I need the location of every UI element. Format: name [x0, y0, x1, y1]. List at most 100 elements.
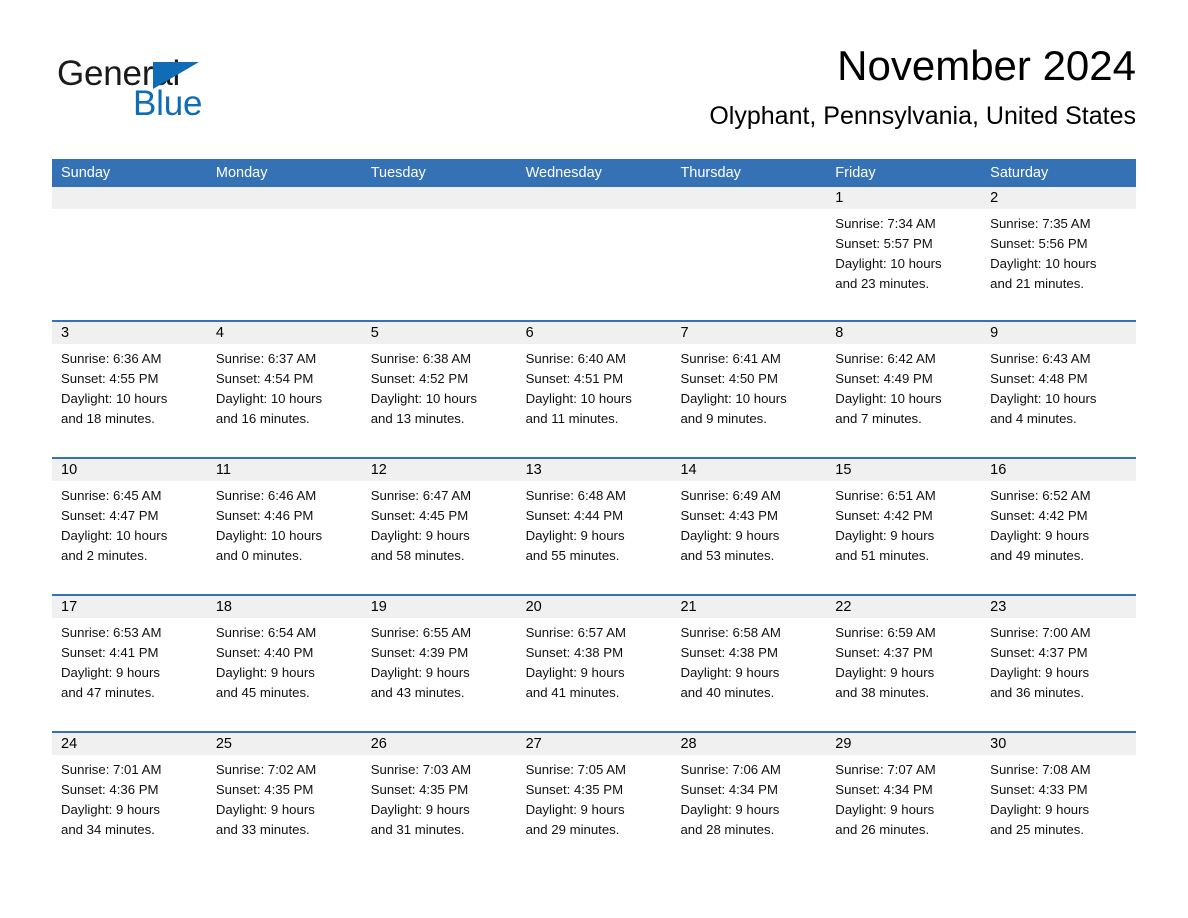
weekday-header-thursday: Thursday — [680, 165, 741, 181]
calendar-day-cell[interactable]: 2 Sunrise: 7:35 AM Sunset: 5:56 PM Daylight… — [981, 187, 1137, 319]
day-number-band: 8 — [826, 322, 982, 344]
day-number: 5 — [370, 325, 379, 341]
calendar-day-cell[interactable]: 4 Sunrise: 6:37 AM Sunset: 4:54 PM Daylight… — [206, 322, 362, 456]
title-block: November 2024 Olyphant, Pennsylvania, Un… — [709, 40, 1136, 132]
day-number-band: 23 — [981, 596, 1137, 618]
daylight-duration-line2: and 2 minutes. — [61, 548, 148, 563]
brand-name-blue: Blue — [133, 84, 203, 123]
day-number-band: 14 — [671, 459, 827, 481]
calendar-day-cell-empty — [361, 187, 517, 319]
calendar-day-cell[interactable]: 27 Sunrise: 7:05 AM Sunset: 4:35 PM Dayligh… — [516, 733, 672, 867]
daylight-duration-line1: Daylight: 10 hours — [215, 528, 323, 543]
calendar-day-cell[interactable]: 21 Sunrise: 6:58 AM Sunset: 4:38 PM Dayligh… — [671, 596, 827, 730]
calendar-day-cell[interactable]: 30 Sunrise: 7:08 AM Sunset: 4:33 PM Dayligh… — [981, 733, 1137, 867]
daylight-duration-line2: and 25 minutes. — [990, 822, 1084, 837]
daylight-duration-line1: Daylight: 9 hours — [835, 802, 935, 817]
calendar-day-cell[interactable]: 17 Sunrise: 6:53 AM Sunset: 4:41 PM Dayligh… — [52, 596, 207, 730]
daylight-duration-line2: and 58 minutes. — [370, 548, 465, 563]
sunset-time: Sunset: 4:36 PM — [61, 782, 159, 797]
day-number: 1 — [835, 190, 844, 206]
calendar-day-cell[interactable]: 15 Sunrise: 6:51 AM Sunset: 4:42 PM Dayligh… — [826, 459, 982, 593]
day-number-band: 5 — [361, 322, 517, 344]
daylight-duration-line2: and 18 minutes. — [61, 411, 155, 426]
calendar-day-cell[interactable]: 29 Sunrise: 7:07 AM Sunset: 4:34 PM Dayligh… — [826, 733, 982, 867]
calendar-day-cell[interactable]: 24 Sunrise: 7:01 AM Sunset: 4:36 PM Dayligh… — [52, 733, 207, 867]
sunset-time: Sunset: 4:47 PM — [61, 508, 159, 523]
calendar-day-cell[interactable]: 18 Sunrise: 6:54 AM Sunset: 4:40 PM Dayligh… — [206, 596, 362, 730]
calendar-day-cell-empty — [516, 187, 672, 319]
calendar-day-cell[interactable]: 28 Sunrise: 7:06 AM Sunset: 4:34 PM Dayligh… — [671, 733, 827, 867]
daylight-duration-line2: and 16 minutes. — [215, 411, 310, 426]
day-sun-info: Sunrise: 6:37 AM Sunset: 4:54 PM Daylight:… — [207, 344, 362, 429]
sunset-time: Sunset: 4:37 PM — [835, 645, 933, 660]
day-number-band: 15 — [826, 459, 982, 481]
day-number: 21 — [680, 599, 697, 615]
calendar-day-cell[interactable]: 20 Sunrise: 6:57 AM Sunset: 4:38 PM Dayligh… — [516, 596, 672, 730]
day-sun-info: Sunrise: 7:05 AM Sunset: 4:35 PM Daylight:… — [517, 755, 672, 840]
calendar-day-cell[interactable]: 12 Sunrise: 6:47 AM Sunset: 4:45 PM Dayligh… — [361, 459, 517, 593]
calendar-day-cell[interactable]: 22 Sunrise: 6:59 AM Sunset: 4:37 PM Dayligh… — [826, 596, 982, 730]
calendar-day-cell[interactable]: 9 Sunrise: 6:43 AM Sunset: 4:48 PM Daylight… — [981, 322, 1137, 456]
calendar-day-cell[interactable]: 25 Sunrise: 7:02 AM Sunset: 4:35 PM Dayligh… — [206, 733, 362, 867]
sunset-time: Sunset: 4:52 PM — [370, 371, 469, 386]
daylight-duration-line1: Daylight: 9 hours — [61, 665, 160, 680]
sunset-time: Sunset: 4:39 PM — [370, 645, 469, 660]
calendar-day-cell[interactable]: 3 Sunrise: 6:36 AM Sunset: 4:55 PM Daylight… — [52, 322, 207, 456]
calendar-day-cell[interactable]: 26 Sunrise: 7:03 AM Sunset: 4:35 PM Dayligh… — [361, 733, 517, 867]
sunset-time: Sunset: 4:34 PM — [680, 782, 778, 797]
daylight-duration-line1: Daylight: 9 hours — [61, 802, 160, 817]
daylight-duration-line2: and 4 minutes. — [990, 411, 1077, 426]
calendar-day-cell[interactable]: 10 Sunrise: 6:45 AM Sunset: 4:47 PM Dayligh… — [52, 459, 207, 593]
calendar-week-row: 3 Sunrise: 6:36 AM Sunset: 4:55 PM Daylight… — [52, 320, 1137, 457]
sunrise-time: Sunrise: 6:47 AM — [370, 488, 472, 503]
sunrise-time: Sunrise: 6:57 AM — [525, 625, 627, 640]
day-number: 23 — [990, 599, 1007, 615]
day-sun-info: Sunrise: 6:55 AM Sunset: 4:39 PM Daylight:… — [362, 618, 517, 703]
daylight-duration-line1: Daylight: 9 hours — [990, 665, 1090, 680]
daylight-duration-line2: and 45 minutes. — [215, 685, 310, 700]
day-number: 11 — [215, 462, 231, 478]
day-number-band: 2 — [981, 187, 1137, 209]
calendar-day-cell[interactable]: 16 Sunrise: 6:52 AM Sunset: 4:42 PM Dayligh… — [981, 459, 1137, 593]
calendar-day-cell[interactable]: 7 Sunrise: 6:41 AM Sunset: 4:50 PM Daylight… — [671, 322, 827, 456]
day-sun-info: Sunrise: 6:46 AM Sunset: 4:46 PM Daylight:… — [207, 481, 362, 566]
brand-logo[interactable]: General Blue — [57, 55, 257, 131]
day-number-band: 17 — [52, 596, 207, 618]
sunrise-time: Sunrise: 6:54 AM — [215, 625, 317, 640]
day-number-band — [52, 187, 207, 209]
sunrise-time: Sunrise: 6:40 AM — [525, 351, 627, 366]
sunrise-time: Sunrise: 6:55 AM — [370, 625, 472, 640]
day-number: 6 — [525, 325, 534, 341]
calendar-day-cell[interactable]: 1 Sunrise: 7:34 AM Sunset: 5:57 PM Daylight… — [826, 187, 982, 319]
day-number-band: 6 — [516, 322, 672, 344]
sunset-time: Sunset: 4:35 PM — [525, 782, 624, 797]
calendar-day-cell[interactable]: 8 Sunrise: 6:42 AM Sunset: 4:49 PM Daylight… — [826, 322, 982, 456]
weekday-header-saturday: Saturday — [990, 165, 1049, 181]
calendar-day-cell[interactable]: 13 Sunrise: 6:48 AM Sunset: 4:44 PM Dayligh… — [516, 459, 672, 593]
calendar-day-cell[interactable]: 11 Sunrise: 6:46 AM Sunset: 4:46 PM Dayligh… — [206, 459, 362, 593]
sunrise-time: Sunrise: 7:07 AM — [835, 762, 936, 777]
daylight-duration-line1: Daylight: 9 hours — [680, 528, 780, 543]
day-number: 13 — [525, 462, 542, 478]
day-sun-info: Sunrise: 6:43 AM Sunset: 4:48 PM Daylight:… — [981, 344, 1136, 429]
calendar-day-cell[interactable]: 14 Sunrise: 6:49 AM Sunset: 4:43 PM Dayligh… — [671, 459, 827, 593]
daylight-duration-line2: and 33 minutes. — [215, 822, 310, 837]
day-number-band: 9 — [981, 322, 1137, 344]
calendar-day-cell[interactable]: 23 Sunrise: 7:00 AM Sunset: 4:37 PM Dayligh… — [981, 596, 1137, 730]
day-sun-info: Sunrise: 6:48 AM Sunset: 4:44 PM Daylight:… — [517, 481, 672, 566]
sunrise-time: Sunrise: 7:06 AM — [680, 762, 781, 777]
day-sun-info: Sunrise: 6:58 AM Sunset: 4:38 PM Daylight:… — [671, 618, 826, 703]
calendar-day-cell[interactable]: 6 Sunrise: 6:40 AM Sunset: 4:51 PM Daylight… — [516, 322, 672, 456]
sunrise-time: Sunrise: 6:48 AM — [525, 488, 627, 503]
daylight-duration-line2: and 49 minutes. — [990, 548, 1084, 563]
sunrise-time: Sunrise: 7:03 AM — [370, 762, 472, 777]
calendar-day-cell[interactable]: 5 Sunrise: 6:38 AM Sunset: 4:52 PM Daylight… — [361, 322, 517, 456]
day-sun-info: Sunrise: 7:00 AM Sunset: 4:37 PM Daylight:… — [981, 618, 1136, 703]
daylight-duration-line1: Daylight: 9 hours — [680, 665, 780, 680]
weekday-header-row: Sunday Monday Tuesday Wednesday Thursday Frid… — [52, 159, 1136, 187]
daylight-duration-line2: and 38 minutes. — [835, 685, 930, 700]
calendar-day-cell[interactable]: 19 Sunrise: 6:55 AM Sunset: 4:39 PM Dayligh… — [361, 596, 517, 730]
sunrise-time: Sunrise: 6:58 AM — [680, 625, 781, 640]
daylight-duration-line2: and 55 minutes. — [525, 548, 620, 563]
daylight-duration-line2: and 51 minutes. — [835, 548, 930, 563]
